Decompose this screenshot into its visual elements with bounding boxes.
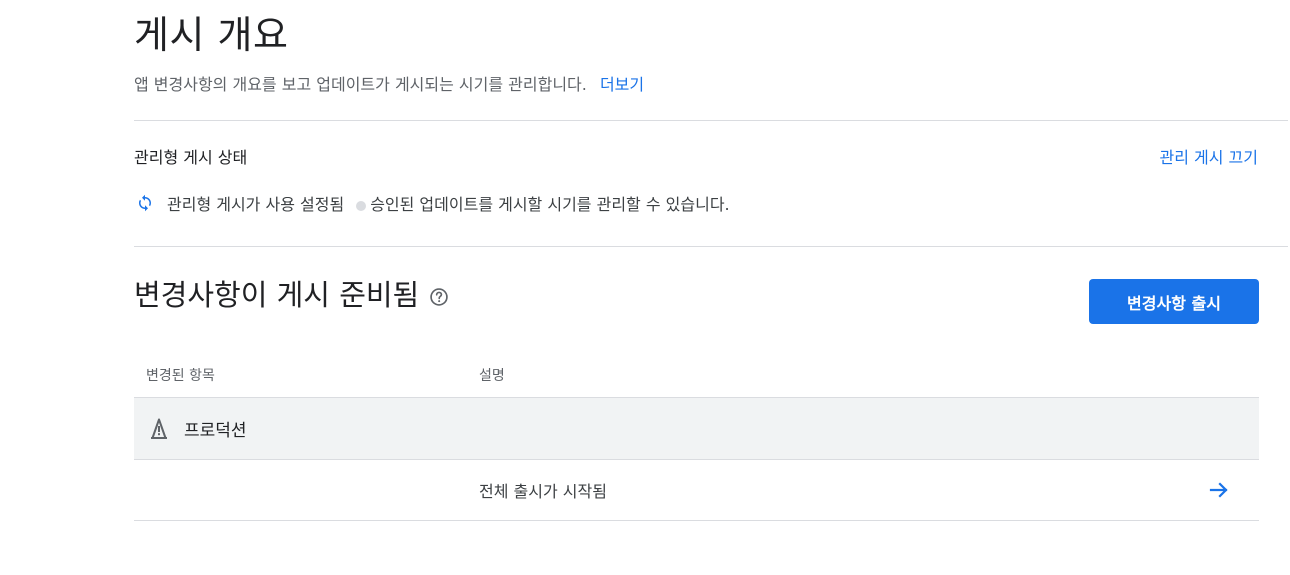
- status-description: 승인된 업데이트를 게시할 시기를 관리할 수 있습니다.: [370, 195, 730, 214]
- help-icon[interactable]: [429, 287, 449, 307]
- managed-publishing-status: 관리형 게시가 사용 설정됨 승인된 업데이트를 게시할 시기를 관리할 수 있…: [136, 190, 730, 216]
- track-group-label: 프로덕션: [184, 421, 247, 441]
- section-title: 변경사항이 게시 준비됨: [134, 274, 449, 316]
- learn-more-link[interactable]: 더보기: [600, 75, 644, 94]
- column-header-description: 설명: [479, 367, 505, 384]
- page-subtitle: 앱 변경사항의 개요를 보고 업데이트가 게시되는 시기를 관리합니다. 더보기: [134, 73, 644, 97]
- table-header: 변경된 항목 설명: [134, 352, 1259, 398]
- section-title-text: 변경사항이 게시 준비됨: [134, 278, 420, 312]
- description-cell: 전체 출시가 시작됨: [479, 482, 607, 501]
- divider: [134, 120, 1288, 121]
- turn-off-managed-publishing-link[interactable]: 관리 게시 끄기: [1160, 146, 1259, 170]
- managed-publishing-heading: 관리형 게시 상태: [134, 148, 248, 167]
- divider: [134, 246, 1288, 247]
- track-group-row: 프로덕션: [134, 398, 1259, 460]
- changed-item-cell: [134, 460, 479, 520]
- sync-icon: [136, 194, 154, 212]
- page-subtitle-text: 앱 변경사항의 개요를 보고 업데이트가 게시되는 시기를 관리합니다.: [134, 75, 587, 94]
- changes-table: 변경된 항목 설명 프로덕션 전체 출시가 시작됨: [134, 352, 1259, 521]
- publish-changes-button[interactable]: 변경사항 출시: [1089, 279, 1259, 324]
- separator-dot: [356, 201, 367, 211]
- production-track-icon: [147, 417, 171, 441]
- table-row[interactable]: 전체 출시가 시작됨: [134, 460, 1259, 521]
- publishing-overview-page: 게시 개요 앱 변경사항의 개요를 보고 업데이트가 게시되는 시기를 관리합니…: [0, 0, 1290, 575]
- column-header-changed-item: 변경된 항목: [146, 367, 215, 384]
- page-title: 게시 개요: [134, 13, 289, 57]
- arrow-forward-icon[interactable]: [1207, 478, 1231, 502]
- status-text: 관리형 게시가 사용 설정됨: [167, 195, 345, 214]
